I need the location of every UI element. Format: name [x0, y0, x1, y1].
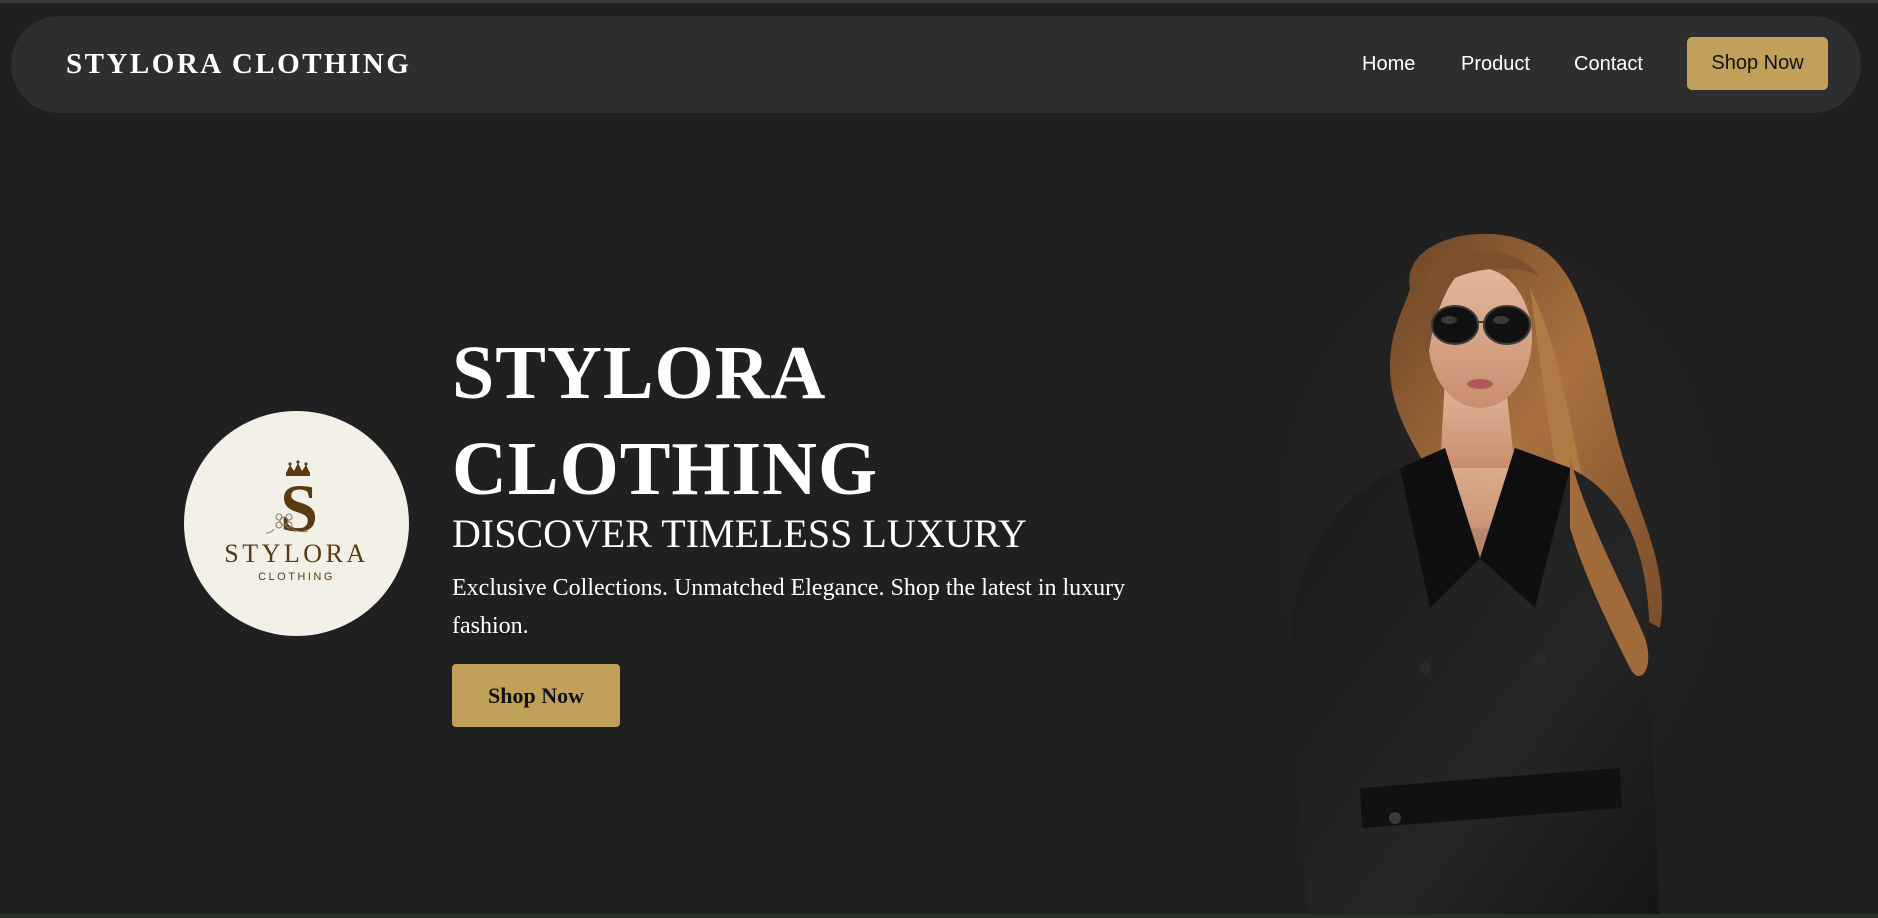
logo-emblem: S: [265, 460, 318, 546]
logo-subtext: CLOTHING: [258, 571, 335, 583]
logo-letter: S: [280, 470, 318, 546]
nav-link-product[interactable]: Product: [1461, 16, 1530, 113]
hero-title-line-2: CLOTHING: [452, 427, 879, 511]
brand-name[interactable]: STYLORA CLOTHING: [66, 16, 411, 113]
logo-wordmark: STYLORA: [224, 539, 369, 568]
hero-subtitle: DISCOVER TIMELESS LUXURY: [452, 511, 1027, 556]
bottom-border: [0, 914, 1878, 918]
hero-title: STYLORA CLOTHING: [452, 325, 1012, 517]
nav-shop-now-button[interactable]: Shop Now: [1687, 37, 1828, 90]
hero-description: Exclusive Collections. Unmatched Eleganc…: [452, 575, 1126, 639]
nav-link-home[interactable]: Home: [1362, 16, 1415, 113]
hero-shop-now-button[interactable]: Shop Now: [452, 664, 620, 727]
model-photo: [1240, 228, 1760, 918]
hero-title-line-1: STYLORA: [452, 331, 827, 415]
nav-link-contact[interactable]: Contact: [1574, 16, 1643, 113]
top-border: [0, 0, 1878, 3]
navbar: STYLORA CLOTHING Home Product Contact Sh…: [11, 16, 1861, 113]
brand-logo: S STYLORA CLOTHING: [184, 411, 409, 636]
